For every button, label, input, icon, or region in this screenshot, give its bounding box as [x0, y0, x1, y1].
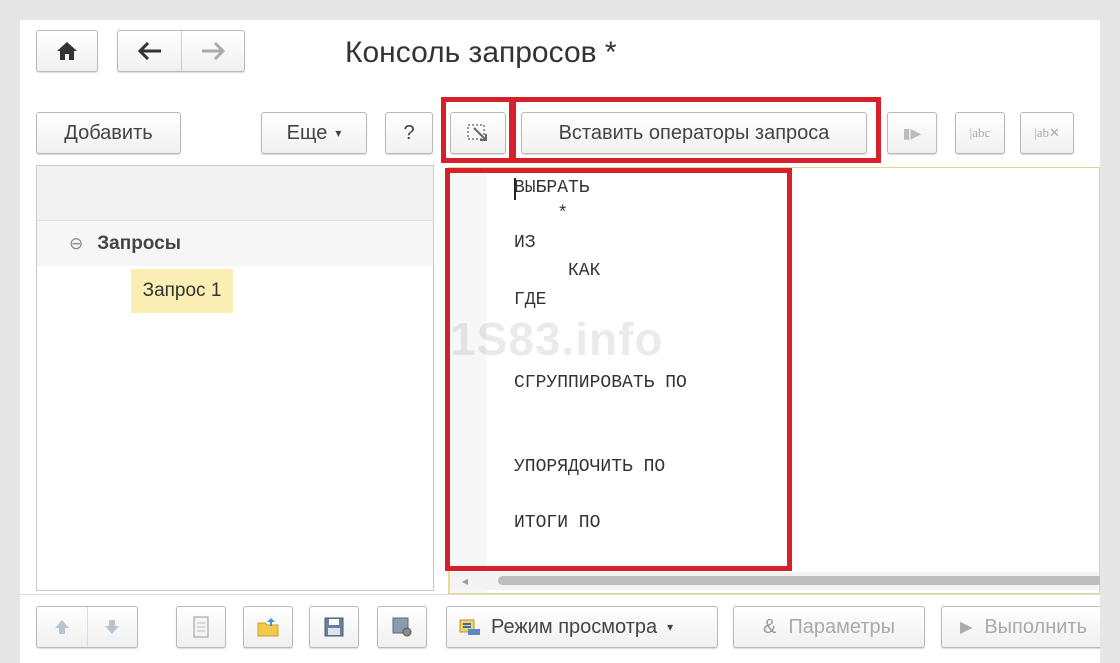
abc-icon: |abc [969, 125, 991, 140]
scroll-left-icon[interactable]: ◂ [462, 572, 468, 590]
arrow-left-icon[interactable] [118, 31, 183, 71]
highlight-editor-text [445, 168, 792, 571]
step-icon: ▮▶ [902, 124, 922, 141]
view-mode-icon [459, 617, 481, 637]
tree-group-queries[interactable]: ⊖ Запросы [37, 222, 433, 266]
view-mode-label: Режим просмотра [491, 615, 658, 638]
arrow-up-icon[interactable] [37, 607, 88, 647]
help-button[interactable]: ? [385, 112, 433, 154]
run-button[interactable]: ▶ Выполнить [941, 606, 1100, 648]
abc-remove-icon: |ab✕ [1034, 125, 1060, 140]
more-button[interactable]: Еще ▾ [261, 112, 367, 154]
page-title: Консоль запросов * [345, 36, 617, 69]
floppy-disk-icon [323, 616, 345, 638]
collapse-icon[interactable]: ⊖ [69, 234, 83, 254]
more-button-label: Еще [286, 121, 328, 144]
queries-tree-panel: ⊖ Запросы Запрос 1 [36, 165, 434, 591]
horizontal-scrollbar[interactable]: ◂ [450, 572, 1100, 590]
arrow-down-icon[interactable] [88, 607, 138, 647]
highlight-query-builder [441, 97, 514, 163]
highlight-insert-operators [511, 97, 881, 163]
open-file-button[interactable] [243, 606, 293, 648]
spell-check-button[interactable]: |abc [955, 112, 1005, 154]
clear-format-button[interactable]: |ab✕ [1020, 112, 1074, 154]
view-mode-button[interactable]: Режим просмотра ▾ [446, 606, 718, 648]
save-button[interactable] [309, 606, 359, 648]
folder-open-icon [256, 616, 280, 638]
add-button[interactable]: Добавить [36, 112, 181, 154]
parameters-button[interactable]: & Параметры [733, 606, 925, 648]
chevron-down-icon: ▾ [667, 620, 674, 634]
new-file-button[interactable] [176, 606, 226, 648]
tree-header [37, 166, 433, 221]
save-settings-icon [391, 616, 413, 638]
parameters-label: Параметры [788, 615, 895, 638]
tree-group-label: Запросы [97, 233, 181, 254]
chevron-down-icon: ▾ [335, 126, 342, 140]
run-label: Выполнить [984, 615, 1088, 638]
play-icon: ▶ [960, 619, 973, 636]
home-button[interactable] [36, 30, 98, 72]
ampersand-icon: & [763, 615, 777, 638]
move-buttons-group [36, 606, 138, 648]
scrollbar-thumb[interactable] [498, 576, 1100, 585]
home-icon [56, 41, 78, 61]
settings-button[interactable] [377, 606, 427, 648]
bottom-divider [20, 594, 1100, 595]
document-icon [192, 616, 210, 638]
back-forward-group [117, 30, 245, 72]
step-button[interactable]: ▮▶ [887, 112, 937, 154]
arrow-right-icon[interactable] [182, 31, 244, 71]
tree-item-query-1[interactable]: Запрос 1 [131, 269, 233, 313]
query-console-window: Консоль запросов * Добавить Еще ▾ ? Вста… [20, 20, 1100, 663]
